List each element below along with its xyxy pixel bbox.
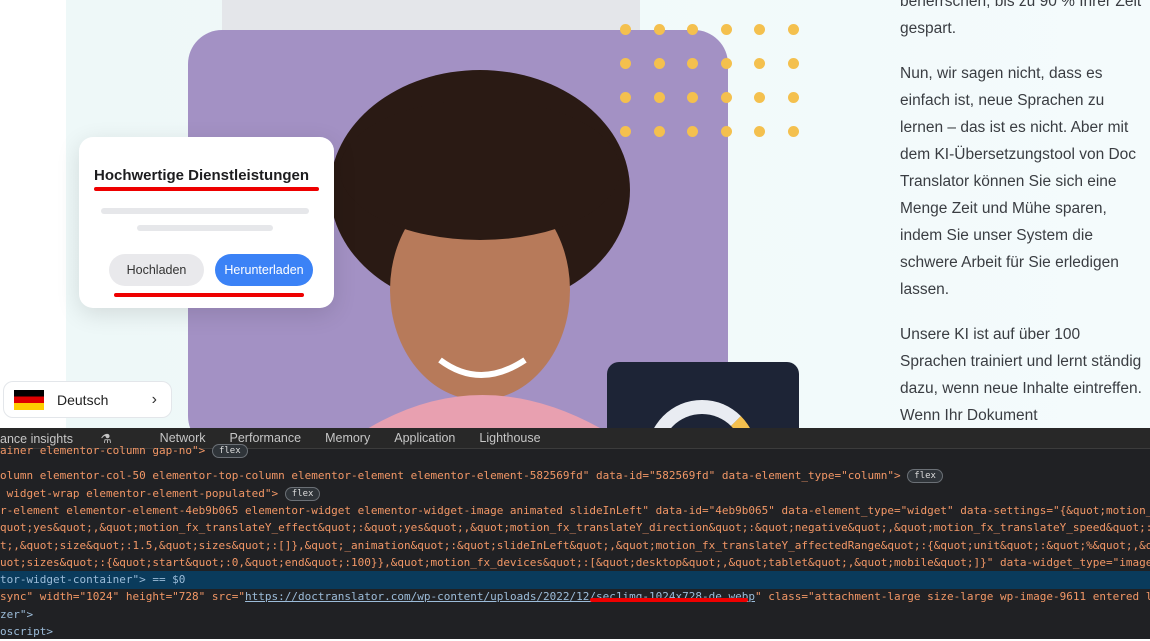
dot xyxy=(788,92,799,103)
dom-line-text: widget-wrap elementor-element-populated"… xyxy=(0,486,279,500)
dom-line-text: tor-widget-container"> == $0 xyxy=(0,573,186,587)
body-text: beherrschen, bis zu 90 % Ihrer Zeit gesp… xyxy=(900,0,1150,428)
dom-line-text: olumn elementor-col-50 elementor-top-col… xyxy=(0,469,901,483)
dom-line-text: sync" width="1024" height="728" src=" xyxy=(0,590,246,604)
dot xyxy=(720,24,732,35)
webpage: Hochwertige Dienstleistungen Hochladen H… xyxy=(0,0,1150,428)
placeholder-bar xyxy=(101,208,309,214)
dot xyxy=(620,24,631,35)
dom-line[interactable]: t;,&quot;size&quot;:1.5,&quot;sizes&quot… xyxy=(0,537,1150,555)
dom-line-text: " class="attachment-large size-large wp-… xyxy=(754,590,1150,604)
dom-line[interactable]: olumn elementor-col-50 elementor-top-col… xyxy=(0,467,1150,485)
highlight-underline xyxy=(114,293,304,297)
language-label: Deutsch xyxy=(57,391,109,408)
dot xyxy=(653,24,665,35)
dot xyxy=(620,58,631,69)
dom-line[interactable]: sync" width="1024" height="728" src="htt… xyxy=(0,588,1150,606)
dom-line[interactable]: zer"> xyxy=(0,606,1150,624)
progress-ring xyxy=(647,400,757,428)
dot xyxy=(788,58,799,69)
german-flag-icon xyxy=(14,389,44,410)
flex-badge[interactable]: flex xyxy=(907,469,943,484)
download-button[interactable]: Herunterladen xyxy=(215,254,313,286)
language-selector[interactable]: Deutsch › xyxy=(3,381,172,418)
dot xyxy=(788,126,799,137)
dom-line-text: quot;yes&quot;,&quot;motion_fx_translate… xyxy=(0,521,1150,535)
dom-line[interactable]: oscript> xyxy=(0,623,1150,641)
dot xyxy=(720,92,732,103)
dot xyxy=(653,126,665,137)
dom-line-text: zer"> xyxy=(0,607,34,621)
dom-line-text: ainer elementor-column gap-no"> xyxy=(0,444,206,457)
flex-badge[interactable]: flex xyxy=(211,444,248,458)
dom-line[interactable]: quot;yes&quot;,&quot;motion_fx_translate… xyxy=(0,519,1150,537)
dom-line-text: uot;sizes&quot;:{&quot;start&quot;:0,&qu… xyxy=(0,555,1150,569)
dot xyxy=(620,126,631,137)
dot xyxy=(653,92,665,103)
dom-line-text: t;,&quot;size&quot;:1.5,&quot;sizes&quot… xyxy=(0,538,1150,552)
progress-card xyxy=(607,362,799,428)
highlight-underline xyxy=(590,598,748,602)
selected-dom-node[interactable]: tor-widget-container"> == $0 xyxy=(0,571,1150,590)
placeholder-bar xyxy=(137,225,273,231)
dot xyxy=(653,58,665,69)
dot xyxy=(720,58,732,69)
dom-line[interactable]: ainer elementor-column gap-no"> flex xyxy=(0,442,1150,460)
devtools-panel: ance insights ⚗ Network Performance Memo… xyxy=(0,428,1150,639)
paragraph: beherrschen, bis zu 90 % Ihrer Zeit gesp… xyxy=(900,0,1142,37)
service-card: Hochwertige Dienstleistungen Hochladen H… xyxy=(79,137,334,308)
dot xyxy=(788,24,799,35)
dot xyxy=(720,126,732,137)
paragraph: Unsere KI ist auf über 100 Sprachen trai… xyxy=(900,326,1142,424)
flex-badge[interactable]: flex xyxy=(284,486,321,501)
upload-button[interactable]: Hochladen xyxy=(109,254,204,286)
dom-line-text: r-element elementor-element-4eb9b065 ele… xyxy=(0,503,1150,517)
highlight-underline xyxy=(94,187,319,191)
paragraph: Nun, wir sagen nicht, dass es einfach is… xyxy=(900,65,1137,298)
card-title: Hochwertige Dienstleistungen xyxy=(94,167,310,184)
dom-line[interactable]: widget-wrap elementor-element-populated"… xyxy=(0,485,1150,503)
dot xyxy=(620,92,631,103)
dom-line-text: oscript> xyxy=(0,625,53,638)
dom-line[interactable]: r-element elementor-element-4eb9b065 ele… xyxy=(0,502,1150,520)
dom-line[interactable]: uot;sizes&quot;:{&quot;start&quot;:0,&qu… xyxy=(0,554,1150,572)
chevron-right-icon: › xyxy=(151,390,157,408)
